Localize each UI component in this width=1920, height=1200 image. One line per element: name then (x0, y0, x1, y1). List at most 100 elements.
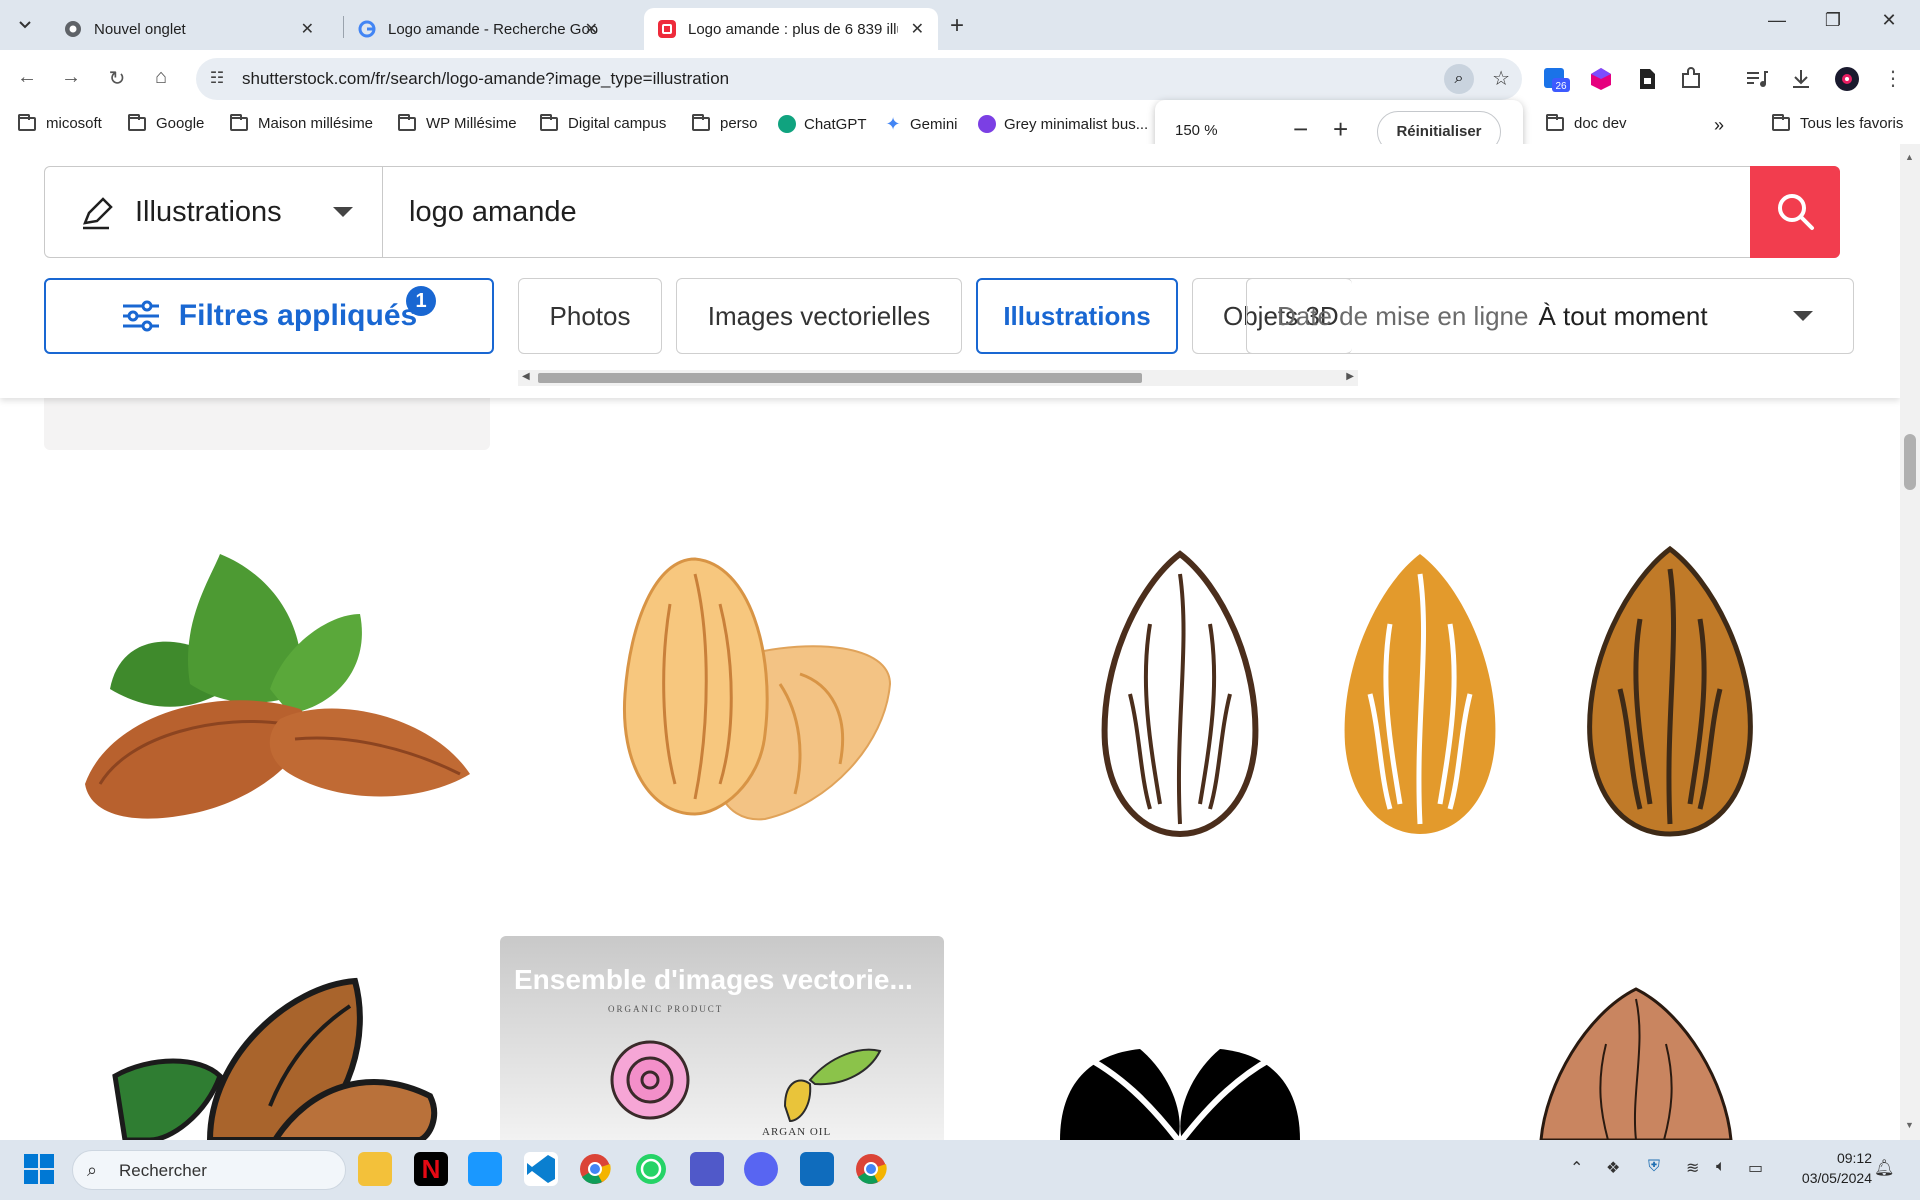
url-text[interactable]: shutterstock.com/fr/search/logo-amande?i… (242, 69, 729, 89)
bookmark-label: Tous les favoris (1800, 115, 1904, 132)
zoom-out-button[interactable]: − (1293, 114, 1308, 145)
clock-date: 03/05/2024 (1801, 1170, 1872, 1186)
site-settings-icon[interactable]: ☷ (206, 68, 228, 90)
bookmark-gemini[interactable]: ✦ Gemini (884, 115, 957, 133)
new-tab-plus-icon[interactable]: + (950, 12, 964, 40)
address-bar[interactable]: ☷ shutterstock.com/fr/search/logo-amande… (196, 58, 1522, 100)
vscode-icon[interactable] (524, 1152, 558, 1186)
bookmark-folder-doc-dev[interactable]: doc dev (1546, 113, 1627, 132)
security-shield-icon[interactable]: ⛨ (1648, 1158, 1660, 1176)
chips-horizontal-scrollbar[interactable]: ◀ ▶ (518, 370, 1358, 386)
close-tab-icon[interactable]: ✕ (301, 19, 314, 39)
bookmark-folder-digital-campus[interactable]: Digital campus (540, 113, 666, 132)
profile-avatar[interactable] (1834, 66, 1860, 92)
bookmark-folder-micosoft[interactable]: micosoft (18, 113, 102, 132)
bookmark-chatgpt[interactable]: ChatGPT (778, 115, 867, 133)
system-clock[interactable]: 09:12 03/05/2024 (1802, 1148, 1872, 1188)
outlook-icon[interactable] (800, 1152, 834, 1186)
teams-icon[interactable] (690, 1152, 724, 1186)
promo-organic-text: ORGANIC PRODUCT (608, 1004, 724, 1014)
scroll-right-arrow-icon[interactable]: ▶ (1346, 371, 1354, 382)
all-bookmarks[interactable]: Tous les favoris (1772, 113, 1904, 132)
almond-pair-illustration[interactable] (600, 544, 900, 844)
volume-icon[interactable]: 🔈︎ (1716, 1158, 1726, 1176)
discord-icon[interactable] (744, 1152, 778, 1186)
chrome-active-icon[interactable] (854, 1152, 888, 1186)
file-explorer-icon[interactable] (358, 1152, 392, 1186)
scroll-up-arrow-icon[interactable]: ▲ (1905, 152, 1914, 162)
bookmark-folder-perso[interactable]: perso (692, 113, 758, 132)
bookmark-star-icon[interactable]: ☆ (1492, 66, 1510, 91)
home-icon[interactable]: ⌂ (148, 66, 174, 89)
almond-outline-illustration[interactable] (1080, 544, 1280, 844)
notification-bell-icon[interactable]: 🔔︎ (1874, 1158, 1894, 1178)
search-input[interactable]: logo amande (409, 196, 577, 229)
vector-set-promo-card[interactable]: Ensemble d'images vectorie... ORGANIC PR… (500, 936, 944, 1140)
chip-label: Images vectorielles (707, 300, 931, 331)
chip-photos[interactable]: Photos (518, 278, 662, 354)
extension-document-icon[interactable] (1634, 66, 1660, 92)
download-icon[interactable] (1788, 66, 1814, 92)
chevron-up-icon[interactable]: ⌃ (1570, 1158, 1583, 1178)
bookmark-folder-google[interactable]: Google (128, 113, 204, 132)
almond-leaves-illustration[interactable] (70, 534, 490, 854)
tab-shutterstock[interactable]: Logo amande : plus de 6 839 illustration… (644, 8, 938, 50)
search-bar: Illustrations logo amande (44, 166, 1840, 258)
extensions-puzzle-icon[interactable] (1678, 66, 1704, 92)
more-bookmarks-label: » (1714, 115, 1725, 135)
forward-arrow-icon[interactable]: → (58, 66, 84, 89)
almond-cartoon-illustration[interactable] (110, 976, 440, 1140)
minimize-icon[interactable]: — (1762, 10, 1792, 31)
close-window-icon[interactable]: ✕ (1874, 10, 1904, 31)
back-arrow-icon[interactable]: ← (14, 66, 40, 89)
chip-vectors[interactable]: Images vectorielles (676, 278, 962, 354)
search-button[interactable] (1750, 166, 1840, 258)
whatsapp-icon[interactable] (634, 1152, 668, 1186)
browser-menu-icon[interactable]: ⋮ (1880, 66, 1906, 91)
reload-icon[interactable]: ↻ (104, 66, 130, 91)
tab-search-chevron-icon[interactable] (12, 12, 38, 38)
close-tab-icon[interactable]: ✕ (585, 19, 598, 39)
image-placeholder-card[interactable] (44, 398, 490, 450)
applied-filters-button[interactable]: Filtres appliqués 1 (44, 278, 494, 354)
bookmark-folder-maison-millesime[interactable]: Maison millésime (230, 113, 373, 132)
scrollbar-thumb[interactable] (1904, 434, 1916, 490)
prime-video-icon[interactable] (468, 1152, 502, 1186)
extension-calendar-icon[interactable]: 26 (1542, 66, 1570, 92)
bookmark-label: ChatGPT (804, 115, 867, 133)
extension-cube-icon[interactable] (1588, 66, 1614, 92)
clock-time: 09:12 (1836, 1150, 1872, 1166)
chrome-icon[interactable] (578, 1152, 612, 1186)
wifi-icon[interactable]: ≋ (1686, 1158, 1699, 1178)
scroll-left-arrow-icon[interactable]: ◀ (522, 371, 530, 382)
windows-start-icon[interactable] (24, 1154, 54, 1184)
bookmark-label: WP Millésime (426, 115, 517, 132)
restore-icon[interactable]: ❐ (1818, 10, 1848, 31)
page-vertical-scrollbar[interactable]: ▲ ▼ (1900, 144, 1920, 1140)
more-bookmarks-icon[interactable]: » (1714, 115, 1724, 136)
battery-icon[interactable]: ▭ (1748, 1158, 1763, 1178)
bookmark-folder-wp-millesime[interactable]: WP Millésime (398, 113, 517, 132)
dropbox-icon[interactable]: ❖ (1606, 1158, 1620, 1178)
upload-date-label: Date de mise en ligne (1277, 300, 1529, 331)
promo-logos-preview (610, 1040, 882, 1123)
netflix-icon[interactable]: N (414, 1152, 448, 1186)
almond-black-silhouette-illustration[interactable] (1060, 1044, 1300, 1140)
bookmark-grey-minimalist[interactable]: Grey minimalist bus... (978, 115, 1148, 133)
tab-new-tab[interactable]: Nouvel onglet ✕ (50, 8, 328, 50)
almond-shell-illustration[interactable] (1536, 984, 1736, 1140)
tab-google-search[interactable]: Logo amande - Recherche Google ✕ (344, 8, 612, 50)
almond-orange-illustration[interactable] (1320, 544, 1520, 844)
zoom-in-button[interactable]: + (1333, 114, 1348, 145)
scrollbar-thumb[interactable] (538, 373, 1142, 383)
scroll-down-arrow-icon[interactable]: ▼ (1905, 1120, 1914, 1130)
zoom-icon[interactable]: ⌕ (1444, 64, 1474, 94)
taskbar-search[interactable]: ⌕ Rechercher (72, 1150, 346, 1190)
asset-type-dropdown[interactable]: Illustrations (45, 167, 383, 257)
almond-brown-illustration[interactable] (1570, 539, 1770, 844)
close-tab-icon[interactable]: ✕ (911, 19, 924, 39)
upload-date-dropdown[interactable]: Date de mise en ligne À tout moment (1246, 278, 1854, 354)
chip-illustrations[interactable]: Illustrations (976, 278, 1178, 354)
media-control-icon[interactable] (1744, 66, 1770, 92)
bookmark-label: micosoft (46, 115, 102, 132)
